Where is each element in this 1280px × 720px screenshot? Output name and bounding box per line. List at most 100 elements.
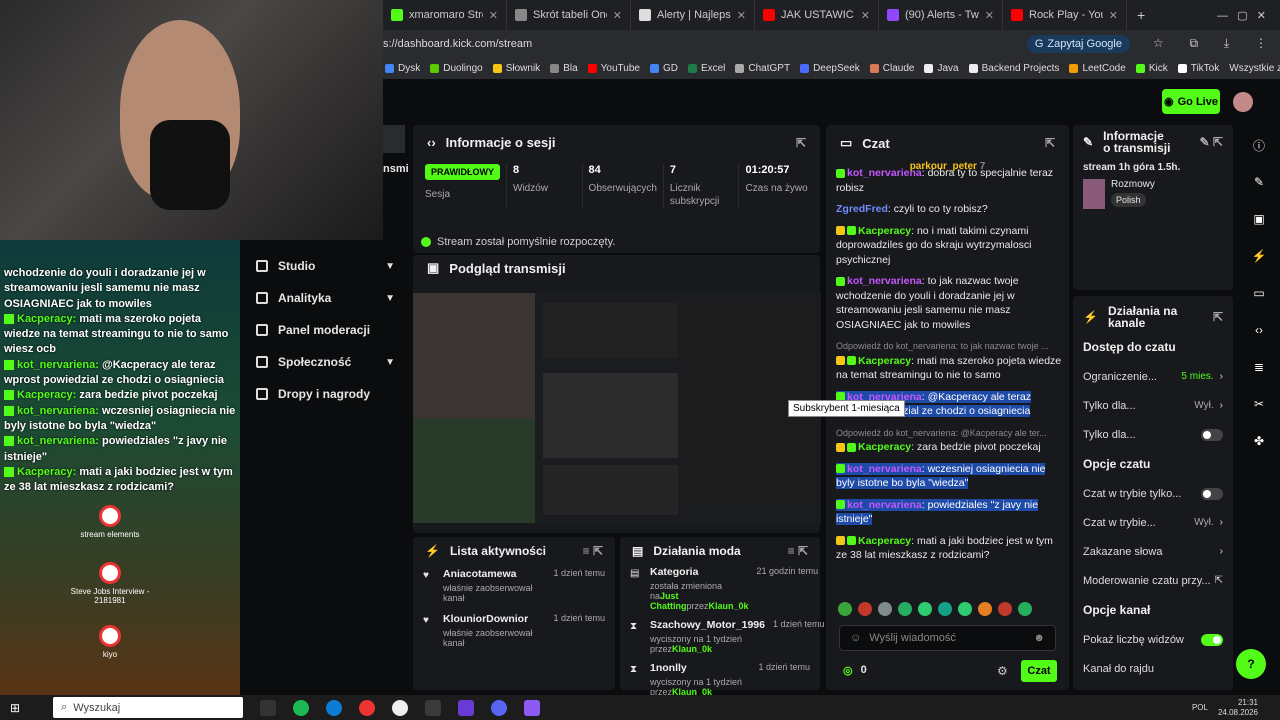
- bookmark-item[interactable]: GD: [649, 63, 678, 74]
- mod-action-by[interactable]: Klaun_0k: [709, 601, 749, 611]
- emote-icon[interactable]: [838, 602, 852, 616]
- app-icon[interactable]: [392, 699, 409, 716]
- pen-icon[interactable]: ✎: [1249, 172, 1269, 192]
- bookmark-item[interactable]: Bla: [550, 63, 578, 74]
- download-icon[interactable]: ⤓: [1224, 36, 1229, 51]
- close-icon[interactable]: ✕: [489, 9, 498, 22]
- bookmark-item[interactable]: LeetCode: [1069, 63, 1126, 74]
- bookmark-item[interactable]: Backend Projects: [968, 63, 1059, 74]
- bookmark-item[interactable]: Claude: [869, 63, 914, 74]
- activity-user[interactable]: KlouniorDownior: [443, 613, 545, 625]
- channel-setting-row[interactable]: Czat w trybie tylko...: [1073, 479, 1233, 508]
- channel-setting-row[interactable]: Tylko dla... Wył. ›: [1073, 391, 1233, 420]
- url-bar[interactable]: s://dashboard.kick.com/stream G Zapytaj G…: [383, 30, 1280, 57]
- popout-icon[interactable]: ⇱: [1045, 136, 1055, 150]
- clock[interactable]: 21:31 24.08.2026: [1218, 698, 1258, 718]
- chat-username[interactable]: kot_nervariena: [847, 463, 922, 475]
- bookmark-item[interactable]: Duolingo: [430, 63, 483, 74]
- close-icon[interactable]: ✕: [985, 9, 994, 22]
- browser-tab[interactable]: xmaromaro Stream - ✕: [383, 0, 507, 30]
- url-text[interactable]: s://dashboard.kick.com/stream: [383, 38, 532, 50]
- discord-icon[interactable]: [491, 699, 508, 716]
- emote-icon[interactable]: [998, 602, 1012, 616]
- help-button[interactable]: ?: [1236, 649, 1266, 679]
- code-icon[interactable]: ‹›: [1249, 320, 1269, 340]
- chat-icon[interactable]: ▭: [1249, 283, 1269, 303]
- filter-icon[interactable]: ≡ ⇱: [583, 544, 603, 558]
- bookmark-item[interactable]: Excel: [687, 63, 725, 74]
- filter-icon[interactable]: ≡ ⇱: [788, 544, 808, 558]
- channel-setting-row[interactable]: Zakazane słowa ›: [1073, 537, 1233, 566]
- channel-setting-row[interactable]: Pokaż liczbę widzów: [1073, 625, 1233, 654]
- expand-icon[interactable]: ⇱: [796, 136, 806, 150]
- chat-settings-icon[interactable]: ⚙: [997, 664, 1008, 678]
- browser-tab[interactable]: JAK USTAWIĆ ALERTY ✕: [755, 0, 879, 30]
- emote-icon[interactable]: [918, 602, 932, 616]
- bookmark-item[interactable]: TikTok: [1177, 63, 1219, 74]
- extensions-icon[interactable]: ⧉: [1190, 36, 1199, 51]
- chat-username[interactable]: kot_nervariena: [847, 167, 922, 179]
- emoji-icon[interactable]: ☺: [850, 632, 861, 644]
- obs-icon[interactable]: [524, 699, 541, 716]
- emote-icon[interactable]: [958, 602, 972, 616]
- toggle-switch[interactable]: [1201, 633, 1223, 646]
- avatar[interactable]: [1233, 92, 1253, 112]
- channel-setting-row[interactable]: Czat w trybie... Wył. ›: [1073, 508, 1233, 537]
- close-icon[interactable]: ✕: [1109, 9, 1118, 22]
- sidebar-item[interactable]: Panel moderacji: [240, 314, 405, 346]
- chrome-icon[interactable]: [359, 699, 376, 716]
- browser-tab[interactable]: (90) Alerts - Twitch ✕: [879, 0, 1003, 30]
- chat-username[interactable]: kot_nervariena: [847, 275, 922, 287]
- edit-icon[interactable]: ✎ ⇱: [1200, 136, 1223, 148]
- language-indicator[interactable]: POL: [1192, 703, 1208, 712]
- emote-icon[interactable]: [878, 602, 892, 616]
- channel-setting-row[interactable]: Kanał do rajdu: [1073, 654, 1233, 683]
- close-icon[interactable]: ✕: [613, 9, 622, 22]
- mod-action-by[interactable]: Klaun_0k: [672, 644, 712, 654]
- chat-points[interactable]: ◎ 0: [843, 664, 867, 677]
- bookmark-item[interactable]: Słownik: [492, 63, 540, 74]
- go-live-button[interactable]: ◉ Go Live: [1162, 89, 1220, 114]
- taskbar-search[interactable]: ⌕ Wyszukaj: [53, 697, 244, 718]
- chat-username[interactable]: Kacperacy: [858, 535, 911, 547]
- bookmark-item[interactable]: Java: [924, 63, 959, 74]
- chat-username[interactable]: Kacperacy: [858, 225, 911, 237]
- chat-username[interactable]: kot_nervariena: [847, 499, 922, 511]
- send-chat-button[interactable]: Czat: [1021, 660, 1057, 682]
- toggle-switch[interactable]: [1201, 428, 1223, 441]
- emote-icon[interactable]: [978, 602, 992, 616]
- lightning-icon[interactable]: ⚡: [1249, 246, 1269, 266]
- popout-icon[interactable]: ⇱: [1213, 311, 1223, 323]
- list-icon[interactable]: ≣: [1249, 357, 1269, 377]
- emote-icon[interactable]: [1018, 602, 1032, 616]
- emote-icon[interactable]: [858, 602, 872, 616]
- chat-username[interactable]: ZgredFred: [836, 203, 888, 215]
- star-icon[interactable]: ☆: [1153, 36, 1164, 51]
- all-bookmarks[interactable]: Wszystkie zakładki: [1229, 63, 1280, 74]
- close-icon[interactable]: ✕: [861, 9, 870, 22]
- desktop-icon-steve-jobs[interactable]: Steve Jobs Interview - 2181981: [70, 562, 150, 605]
- bookmark-item[interactable]: ChatGPT: [735, 63, 790, 74]
- spotify-icon[interactable]: [293, 699, 310, 716]
- desktop-icon-stream-elements[interactable]: stream elements: [70, 505, 150, 539]
- new-tab-icon[interactable]: +: [1137, 7, 1145, 23]
- bookmark-item[interactable]: Kick: [1135, 63, 1168, 74]
- sidebar-item[interactable]: Dropy i nagrody: [240, 378, 405, 410]
- channel-setting-row[interactable]: Tylko dla...: [1073, 420, 1233, 449]
- emote-icon[interactable]: [898, 602, 912, 616]
- close-icon[interactable]: ✕: [737, 9, 746, 22]
- onenote-icon[interactable]: [458, 699, 475, 716]
- bookmark-item[interactable]: DeepSeek: [800, 63, 860, 74]
- edge-icon[interactable]: [326, 699, 343, 716]
- task-view-icon[interactable]: [260, 699, 277, 716]
- activity-user[interactable]: Aniacotamewa: [443, 568, 545, 580]
- puzzle-icon[interactable]: ✤: [1249, 431, 1269, 451]
- bookmark-item[interactable]: Dysk: [385, 63, 420, 74]
- sidebar-item[interactable]: Analityka ▼: [240, 282, 405, 314]
- browser-tab[interactable]: Skrót tabeli OneNote ✕: [507, 0, 631, 30]
- browser-tab[interactable]: Rock Play - YouTube ✕: [1003, 0, 1127, 30]
- toggle-switch[interactable]: [1201, 487, 1223, 500]
- chat-username[interactable]: Kacperacy: [858, 441, 911, 453]
- channel-setting-row[interactable]: Ograniczenie... 5 mies. ›: [1073, 362, 1233, 391]
- chat-username[interactable]: Kacperacy: [858, 355, 911, 367]
